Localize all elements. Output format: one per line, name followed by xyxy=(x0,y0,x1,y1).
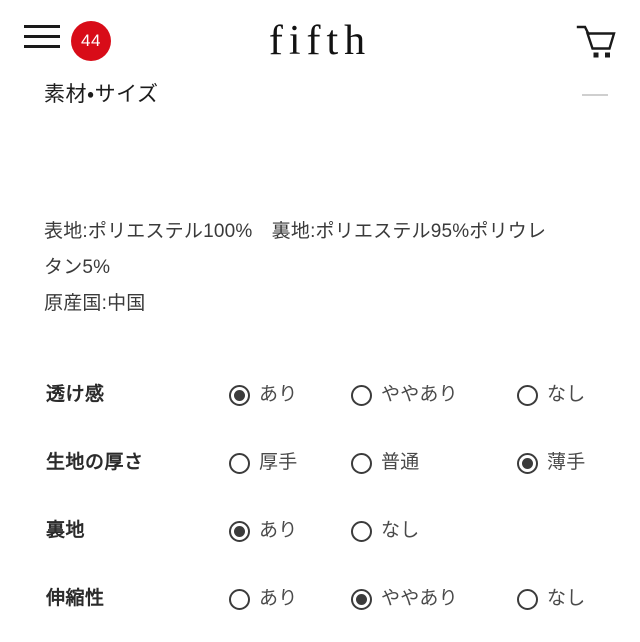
radio-unchecked-icon[interactable] xyxy=(351,520,372,542)
radio-option[interactable]: なし xyxy=(517,382,585,408)
radio-option[interactable]: 厚手 xyxy=(229,450,297,476)
material-line-2: タン5% xyxy=(44,257,111,278)
radio-unchecked-icon[interactable] xyxy=(351,452,372,474)
radio-option[interactable]: 普通 xyxy=(351,450,419,476)
radio-unchecked-icon[interactable] xyxy=(229,452,250,474)
radio-option-label: なし xyxy=(547,588,586,609)
radio-option[interactable]: あり xyxy=(229,382,297,408)
radio-option-label: あり xyxy=(259,520,298,541)
radio-option-label: なし xyxy=(547,384,586,405)
product-detail-page: 44 fifth 素材・サイズ 表地:ポリエステル100% 裏地:ポリエステル9… xyxy=(0,0,640,640)
radio-checked-icon[interactable] xyxy=(517,452,538,474)
site-logo[interactable]: fifth xyxy=(0,18,640,64)
radio-option-label: ややあり xyxy=(381,588,458,609)
radio-option[interactable]: あり xyxy=(229,518,297,544)
radio-option[interactable]: 薄手 xyxy=(517,450,585,476)
radio-unchecked-icon[interactable] xyxy=(517,384,538,406)
radio-option[interactable]: あり xyxy=(229,586,297,612)
spec-row-label: 裏地 xyxy=(46,520,86,541)
radio-option[interactable]: なし xyxy=(351,518,419,544)
radio-unchecked-icon[interactable] xyxy=(517,588,538,610)
section-header-material-size[interactable]: 素材・サイズ xyxy=(0,80,640,126)
radio-option[interactable]: なし xyxy=(517,586,585,612)
radio-option[interactable]: ややあり xyxy=(351,382,458,408)
spec-row: 伸縮性 あり ややあり なし xyxy=(0,574,640,642)
material-description: 表地:ポリエステル100% 裏地:ポリエステル95%ポリウレ タン5% 原産国:… xyxy=(44,214,604,322)
radio-option-label: ややあり xyxy=(381,384,458,405)
spec-row-label: 伸縮性 xyxy=(46,588,105,609)
radio-option-label: あり xyxy=(259,588,298,609)
spec-row: 裏地 あり なし xyxy=(0,506,640,574)
spec-row: 生地の厚さ 厚手 普通 薄手 xyxy=(0,438,640,506)
site-header: 44 fifth xyxy=(0,0,640,78)
spec-row-label: 生地の厚さ xyxy=(46,452,144,473)
radio-unchecked-icon[interactable] xyxy=(351,384,372,406)
radio-option[interactable]: ややあり xyxy=(351,586,458,612)
radio-option-label: 普通 xyxy=(381,452,420,473)
shopping-cart-icon[interactable] xyxy=(574,21,618,61)
spec-row-label: 透け感 xyxy=(46,384,105,405)
radio-option-label: あり xyxy=(259,384,298,405)
radio-unchecked-icon[interactable] xyxy=(229,588,250,610)
spec-list: 透け感 あり ややあり なし 生地の厚さ 厚手 普通 薄手 裏地 あり なし 伸縮性 あり ややあり なし xyxy=(0,370,640,642)
spec-row: 透け感 あり ややあり なし xyxy=(0,370,640,438)
radio-option-label: 厚手 xyxy=(259,452,298,473)
section-title: 素材・サイズ xyxy=(44,83,159,106)
radio-option-label: なし xyxy=(381,520,420,541)
radio-checked-icon[interactable] xyxy=(229,384,250,406)
material-line-3: 原産国:中国 xyxy=(44,293,146,314)
radio-checked-icon[interactable] xyxy=(229,520,250,542)
minus-icon[interactable] xyxy=(582,94,608,96)
radio-option-label: 薄手 xyxy=(547,452,586,473)
material-line-1: 表地:ポリエステル100% 裏地:ポリエステル95%ポリウレ xyxy=(44,221,547,242)
radio-checked-icon[interactable] xyxy=(351,588,372,610)
